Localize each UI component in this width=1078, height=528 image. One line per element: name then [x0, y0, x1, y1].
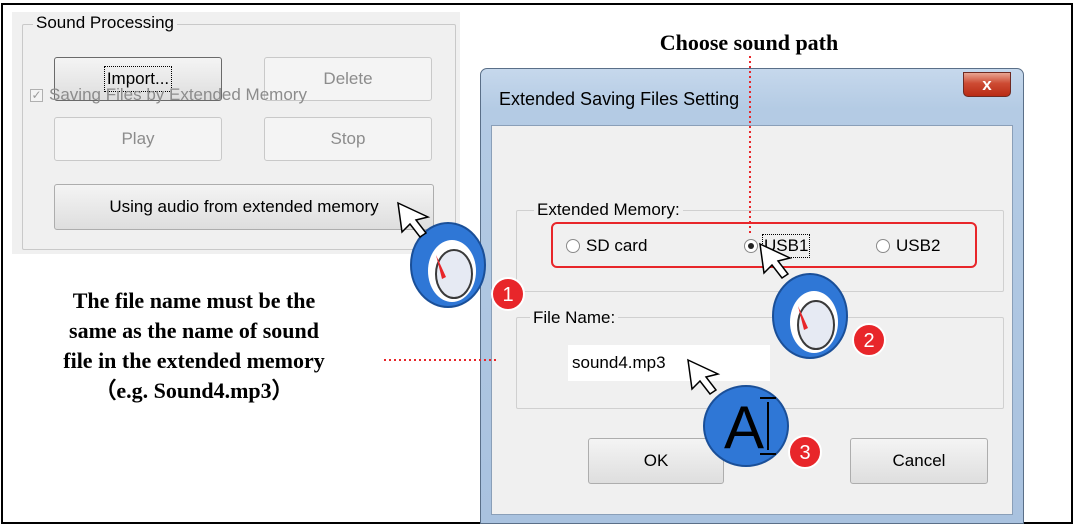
pointer-arrow-icon	[759, 242, 793, 280]
annotation-overlay: A 1 2 3	[384, 56, 886, 469]
step-badge-3-number: 3	[799, 442, 810, 464]
text-cursor-glyph: A	[724, 394, 764, 461]
pointer-arrow-icon	[687, 358, 721, 396]
step-badge-2-number: 2	[863, 330, 874, 352]
step-badge-1-number: 1	[502, 284, 513, 306]
pointer-arrow-icon	[397, 201, 431, 239]
mouse-click-icon	[772, 273, 848, 359]
